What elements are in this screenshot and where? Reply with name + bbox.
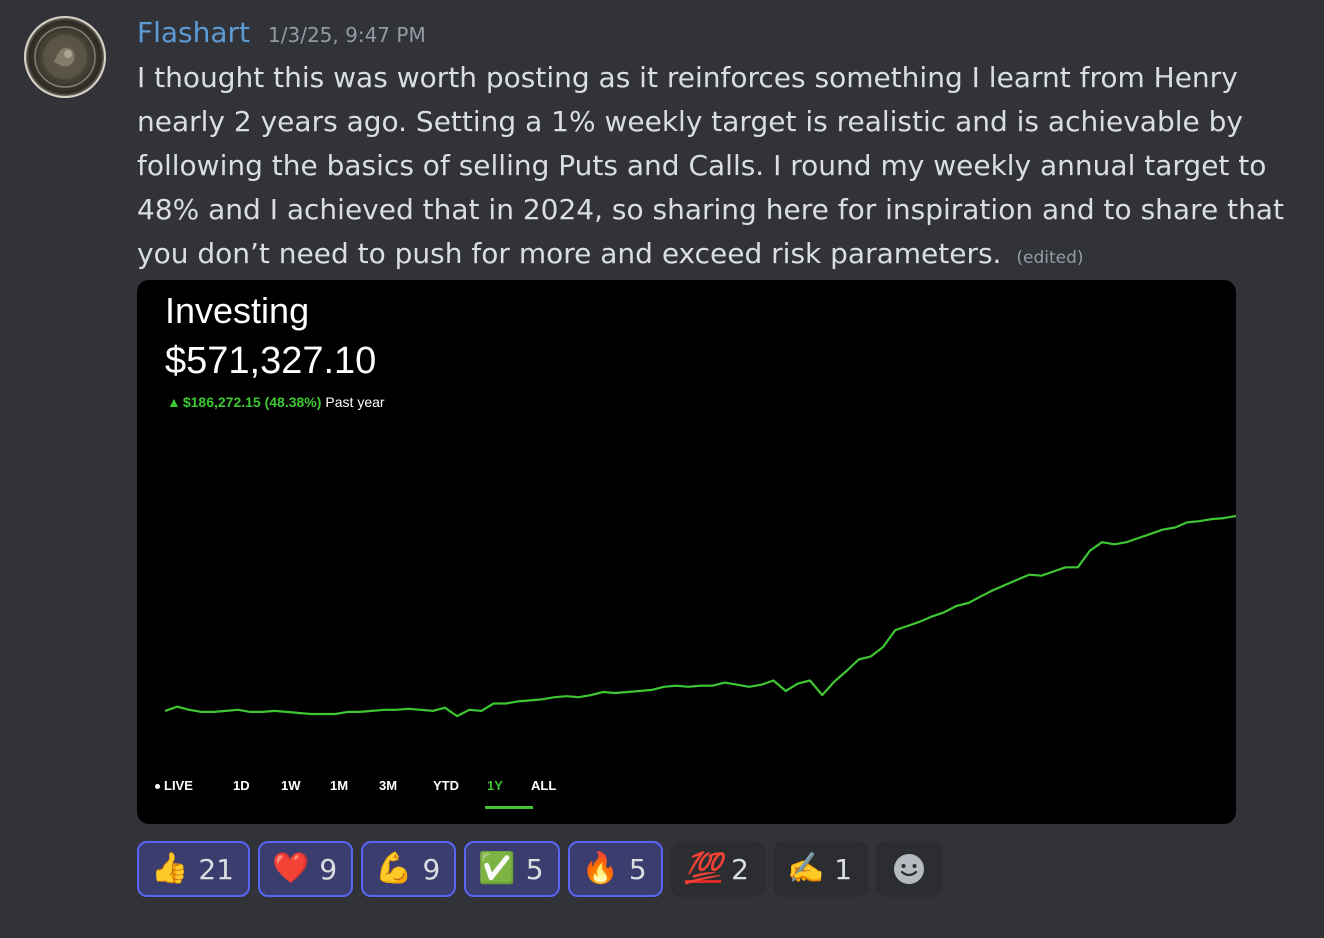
reaction-hundred-points[interactable]: 💯 2	[670, 841, 765, 897]
active-tab-indicator	[485, 806, 533, 809]
tab-label: 3M	[379, 778, 398, 793]
heart-icon: ❤️	[272, 851, 310, 886]
tab-1w[interactable]: 1W	[281, 778, 330, 793]
message-text: I thought this was worth posting as it r…	[137, 61, 1284, 270]
tab-label: YTD	[433, 778, 459, 793]
tab-live[interactable]: LIVE	[155, 778, 233, 793]
reaction-heart[interactable]: ❤️ 9	[258, 841, 354, 897]
reaction-count: 5	[525, 852, 544, 886]
flexed-biceps-icon: 💪	[375, 851, 413, 886]
reaction-thumbs-up[interactable]: 👍 21	[137, 841, 250, 897]
reaction-count: 5	[628, 852, 647, 886]
add-reaction-smile-icon	[894, 854, 925, 884]
time-range-tabs: LIVE 1D 1W 1M 3M YTD 1Y ALL	[155, 778, 571, 809]
tab-1m[interactable]: 1M	[330, 778, 379, 793]
timestamp[interactable]: 1/3/25, 9:47 PM	[268, 23, 426, 47]
add-reaction-button[interactable]	[876, 841, 943, 897]
tab-label: 1Y	[487, 778, 503, 793]
tab-label: LIVE	[164, 778, 193, 793]
avatar[interactable]	[24, 16, 106, 98]
reaction-writing-hand[interactable]: ✍️ 1	[772, 841, 869, 897]
hundred-points-icon: 💯	[684, 851, 722, 886]
username[interactable]: Flashart	[137, 16, 250, 49]
reaction-count: 2	[731, 852, 749, 886]
tab-label: 1M	[330, 778, 349, 793]
check-mark-icon: ✅	[478, 851, 516, 886]
tab-label: 1D	[233, 778, 250, 793]
image-attachment[interactable]: Investing $571,327.10 ▲ $186,272.15 (48.…	[137, 280, 1236, 824]
portfolio-line-chart	[164, 514, 1236, 718]
tab-1y[interactable]: 1Y	[485, 778, 533, 809]
reaction-check-mark[interactable]: ✅ 5	[464, 841, 560, 897]
reaction-fire[interactable]: 🔥 5	[567, 841, 663, 897]
coin-avatar-icon	[34, 26, 96, 88]
writing-hand-icon: ✍️	[786, 851, 825, 886]
edited-label[interactable]: (edited)	[1016, 248, 1083, 268]
message-header: Flashart 1/3/25, 9:47 PM	[137, 16, 426, 56]
portfolio-series-line	[164, 514, 1236, 718]
tab-label: ALL	[531, 778, 557, 793]
tab-label: 1W	[281, 778, 301, 793]
reaction-count: 9	[422, 852, 441, 886]
reaction-flexed-biceps[interactable]: 💪 9	[361, 841, 457, 897]
reaction-count: 1	[834, 852, 853, 886]
fire-icon: 🔥	[581, 851, 619, 886]
live-dot-icon	[155, 784, 160, 790]
message-content: I thought this was worth posting as it r…	[137, 56, 1297, 280]
reactions-bar: 👍 21 ❤️ 9 💪 9 ✅ 5 🔥 5 💯 2 ✍️ 1	[137, 841, 950, 897]
tab-3m[interactable]: 3M	[379, 778, 433, 793]
thumbs-up-icon: 👍	[151, 851, 189, 886]
tab-all[interactable]: ALL	[531, 778, 571, 793]
reaction-count: 9	[319, 852, 338, 886]
reaction-count: 21	[198, 852, 234, 886]
tab-ytd[interactable]: YTD	[433, 778, 487, 793]
tab-1d[interactable]: 1D	[233, 778, 281, 793]
